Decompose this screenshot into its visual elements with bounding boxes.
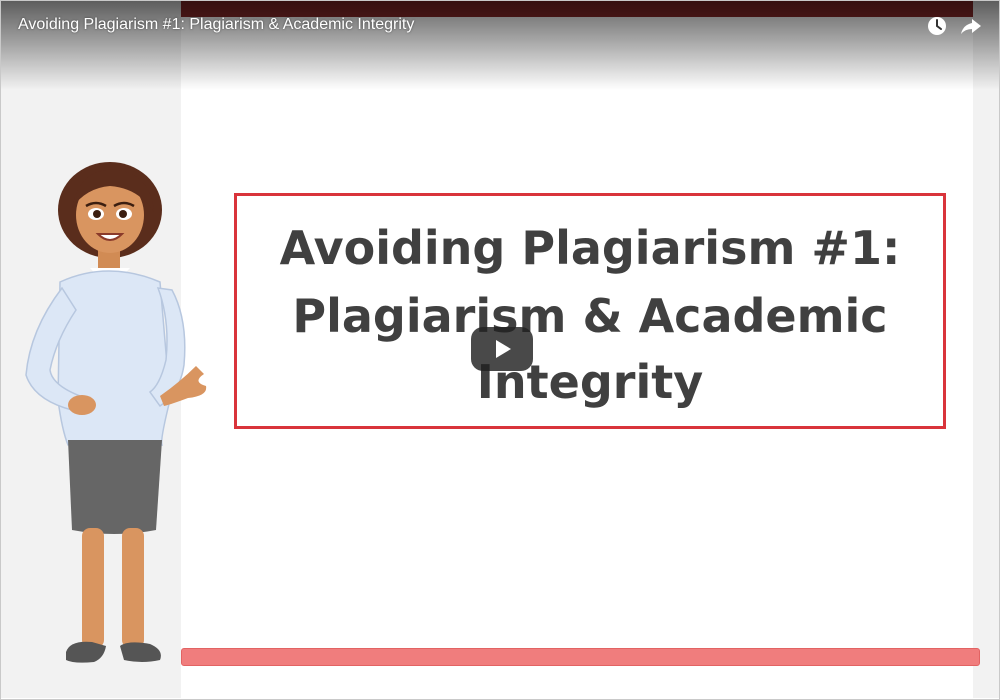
play-icon [496,340,511,358]
watch-later-button[interactable] [924,13,950,39]
slide-title-line-1: Avoiding Plagiarism #1: [279,221,901,275]
clock-icon [928,17,946,35]
slide-title-box: Avoiding Plagiarism #1: Plagiarism & Aca… [234,193,946,429]
slide-right-panel [973,1,999,698]
video-player[interactable]: Avoiding Plagiarism #1: Plagiarism & Aca… [0,0,1000,700]
title-overlay [0,0,1000,90]
video-title[interactable]: Avoiding Plagiarism #1: Plagiarism & Aca… [18,15,414,35]
play-button[interactable] [471,327,533,371]
presenter-illustration [25,162,207,663]
slide-title-line-3: Integrity [476,355,704,409]
share-button[interactable] [958,13,984,39]
slide-title-line-2: Plagiarism & Academic [292,289,888,343]
slide-bottom-bar [181,648,980,666]
share-arrow-icon [961,19,981,34]
